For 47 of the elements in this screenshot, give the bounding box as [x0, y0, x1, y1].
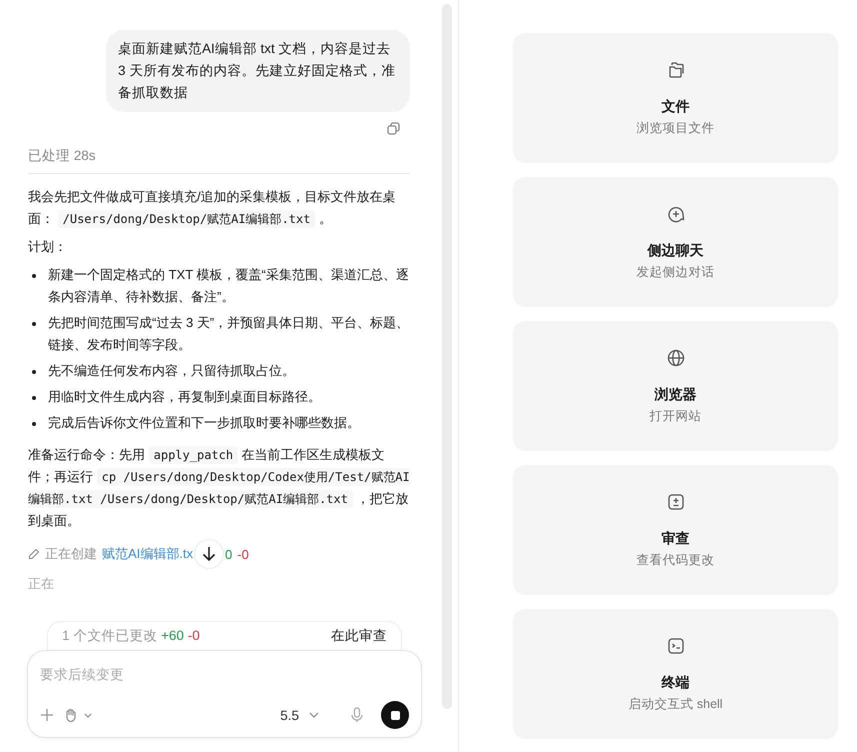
response-paragraph: 我会先把文件做成可直接填充/追加的采集模板，目标文件放在桌面： /Users/dong/Desktop/赋范AI编辑部.txt 。 — [28, 188, 397, 230]
pencil-icon — [28, 548, 40, 560]
tool-title: 浏览器 — [654, 386, 696, 404]
processed-status[interactable]: 已处理 28s — [28, 147, 410, 165]
microphone-icon[interactable] — [351, 707, 363, 723]
thinking-status: 正在 — [28, 575, 55, 590]
changes-summary: 1 个文件已更改 — [62, 628, 158, 643]
tool-card[interactable]: 浏览器 打开网站 — [513, 321, 838, 451]
plan-item: 完成后告诉你文件位置和下一步抓取时要补哪些数据。 — [48, 414, 360, 432]
chevron-down-icon[interactable] — [309, 711, 319, 719]
plan-label: 计划： — [28, 238, 68, 256]
plan-item: 先不编造任何发布内容，只留待抓取占位。 — [48, 362, 295, 380]
tool-card[interactable]: 文件 浏览项目文件 — [513, 33, 838, 163]
hand-icon[interactable] — [64, 708, 94, 722]
scroll-down-button[interactable] — [194, 539, 224, 569]
plan-item: 新建一个固定格式的 TXT 模板，覆盖“采集范围、渠道汇总、逐条内容清单、待补数据、备注”。 — [48, 266, 410, 306]
activity-label: 正在创建 — [45, 545, 97, 563]
review-here-link[interactable]: 在此审查 — [331, 627, 387, 645]
added-count: 0 — [225, 546, 232, 562]
tool-subtitle: 启动交互式 shell — [628, 696, 723, 712]
user-message: 桌面新建赋范AI编辑部 txt 文档，内容是过去 3 天所有发布的内容。先建立好固定格式，准备抓取数据 — [106, 30, 410, 112]
composer-field[interactable]: 要求后续变更 5.5 — [27, 650, 422, 738]
terminal-icon — [666, 636, 686, 656]
copy-icon[interactable] — [387, 122, 400, 135]
tool-card[interactable]: 终端 启动交互式 shell — [513, 609, 838, 739]
globe-icon — [666, 348, 686, 368]
tool-subtitle: 打开网站 — [650, 408, 702, 424]
tool-card[interactable]: 审查 查看代码更改 — [513, 465, 838, 595]
plan-item: 用临时文件生成内容，再复制到桌面目标路径。 — [48, 388, 321, 406]
removed-lines: -0 — [188, 628, 200, 643]
tool-title: 文件 — [662, 98, 690, 116]
command-paragraph: 准备运行命令：先用 apply_patch 在当前工作区生成模板文件；再运行 cp /Users/dong/Desktop/Codex使用/Test/赋范AI编辑部.txt /Users/dong/Desktop/赋范AI编辑部.txt ，把它放到桌面。 — [28, 445, 410, 530]
added-lines: +60 — [161, 628, 184, 643]
tool-subtitle: 发起侧边对话 — [636, 264, 714, 280]
model-selector[interactable]: 5.5 — [280, 708, 299, 722]
tool-subtitle: 查看代码更改 — [636, 552, 714, 568]
tool-title: 终端 — [662, 674, 690, 692]
tool-title: 审查 — [662, 530, 690, 548]
removed-count: -0 — [237, 546, 249, 562]
tool-subtitle: 浏览项目文件 — [636, 120, 714, 136]
stop-button[interactable] — [381, 701, 409, 729]
down-arrow-icon — [202, 546, 216, 562]
tool-card[interactable]: 侧边聊天 发起侧边对话 — [513, 177, 838, 307]
plus-minus-icon — [666, 492, 686, 512]
tool-title: 侧边聊天 — [648, 242, 704, 260]
plus-icon[interactable] — [40, 708, 54, 722]
plan-item: 先把时间范围写成“过去 3 天”，并预留具体日期、平台、标题、链接、发布时间等字段。 — [48, 314, 410, 354]
